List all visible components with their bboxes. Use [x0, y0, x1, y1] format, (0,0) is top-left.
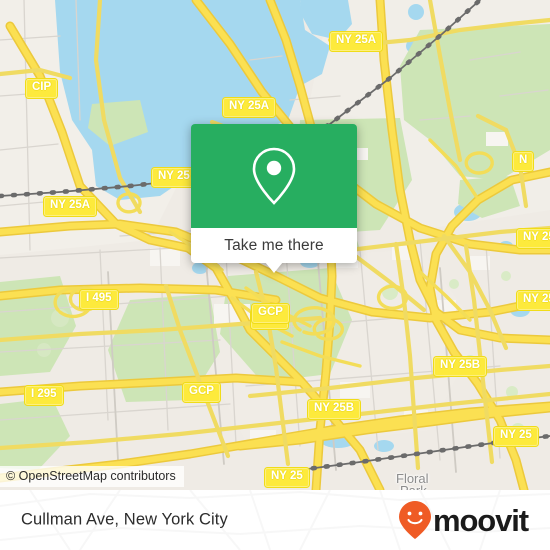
- location-title: Cullman Ave, New York City: [21, 510, 228, 529]
- road-shield: NY 25B: [306, 399, 362, 420]
- road-shield: CIP: [24, 78, 59, 99]
- footer-bar: Cullman Ave, New York City moovit: [0, 490, 550, 550]
- road-shield: NY 25: [516, 228, 550, 249]
- card-pointer-tail: [265, 262, 283, 273]
- road-shield: N: [511, 151, 535, 172]
- map-canvas[interactable]: CIPNY 25ANY 25ANY 25NY 25ANI 495GCPGCPGC…: [0, 0, 550, 490]
- road-shield: NY 25B: [432, 356, 488, 377]
- osm-attribution: © OpenStreetMap contributors: [0, 466, 184, 487]
- road-shield: I 495: [79, 289, 119, 310]
- road-shield: NY 25: [264, 467, 310, 488]
- road-shield: NY 25A: [221, 97, 277, 118]
- road-shield: GCP: [182, 382, 221, 403]
- road-shield: NY 25B: [515, 290, 550, 311]
- take-me-there-text: Take me there: [224, 236, 324, 254]
- road-shield: NY 25: [151, 167, 197, 188]
- card-action-label[interactable]: Take me there: [191, 228, 357, 263]
- take-me-there-card[interactable]: Take me there: [191, 124, 357, 273]
- road-shield: NY 25A: [42, 196, 98, 217]
- moovit-logo[interactable]: moovit: [398, 500, 529, 540]
- moovit-pin-smiley-icon: [398, 501, 431, 539]
- road-shield: GCP: [251, 303, 290, 324]
- card-image-area: [191, 124, 357, 228]
- moovit-map-page: CIPNY 25ANY 25ANY 25NY 25ANI 495GCPGCPGC…: [0, 0, 550, 550]
- road-shield: I 295: [24, 385, 64, 406]
- moovit-wordmark: moovit: [432, 502, 529, 538]
- map-pin-icon: [252, 147, 296, 205]
- road-shield: NY 25: [493, 426, 539, 447]
- road-shield: NY 25A: [328, 31, 384, 52]
